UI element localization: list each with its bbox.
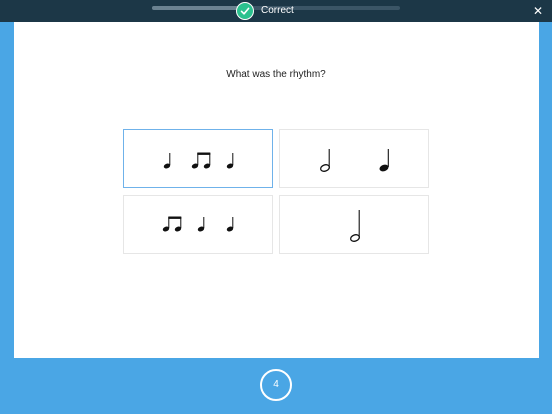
answer-option-4[interactable]	[279, 195, 429, 254]
progress-bar-fill	[152, 6, 244, 10]
rhythm-notation	[163, 152, 234, 169]
question-text: What was the rhythm?	[226, 69, 326, 80]
close-button[interactable]: ✕	[530, 3, 546, 19]
correct-check-icon	[236, 2, 254, 20]
top-bar: Correct ✕	[0, 0, 552, 22]
rhythm-notation	[162, 216, 234, 232]
rhythm-notation	[319, 149, 389, 172]
answer-option-1[interactable]	[123, 129, 273, 188]
status-label: Correct	[261, 5, 294, 16]
answer-option-3[interactable]	[123, 195, 273, 254]
countdown-timer: 4	[259, 368, 293, 402]
answer-option-2[interactable]	[279, 129, 429, 188]
timer-value: 4	[273, 379, 279, 390]
rhythm-notation	[349, 210, 361, 242]
